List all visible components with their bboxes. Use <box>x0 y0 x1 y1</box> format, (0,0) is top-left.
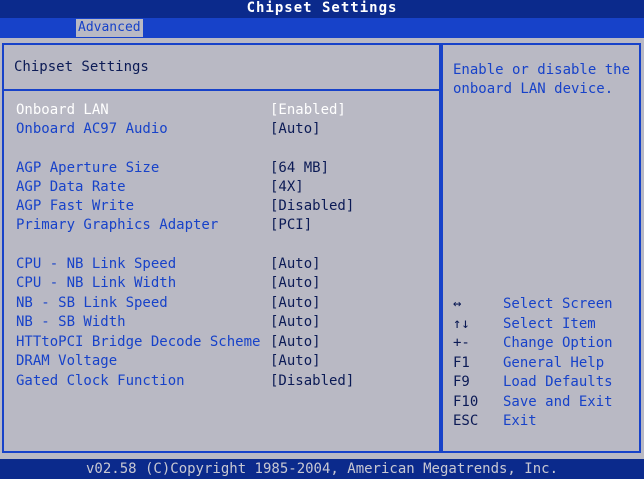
copyright-footer: v02.58 (C)Copyright 1985-2004, American … <box>0 459 644 479</box>
setting-value[interactable]: [Auto] <box>270 274 321 293</box>
key-legend-item: F10 Save and Exit <box>453 393 638 413</box>
setting-label: NB - SB Width <box>16 314 126 330</box>
help-description: Enable or disable the onboard LAN device… <box>453 62 631 97</box>
setting-value[interactable]: [Enabled] <box>270 101 346 120</box>
bios-screen: Chipset Settings Advanced Chipset Settin… <box>0 0 644 479</box>
key-description: Select Item <box>503 315 596 332</box>
setting-gated-clock-function[interactable]: Gated Clock Function [Disabled] <box>16 372 436 391</box>
section-title: Chipset Settings <box>14 59 149 75</box>
setting-label: DRAM Voltage <box>16 353 118 369</box>
setting-dram-voltage[interactable]: DRAM Voltage [Auto] <box>16 352 436 371</box>
key-description: Select Screen <box>503 296 613 312</box>
setting-value[interactable]: [64 MB] <box>270 159 329 178</box>
key-legend: ↔ Select Screen ↑↓ Select Item +- Change… <box>453 295 638 432</box>
setting-nb-sb-width[interactable]: NB - SB Width [Auto] <box>16 313 436 332</box>
key-legend-item: F9 Load Defaults <box>453 373 638 393</box>
tab-advanced[interactable]: Advanced <box>76 19 143 37</box>
f10-key: F10 <box>453 393 479 410</box>
setting-label: NB - SB Link Speed <box>16 295 168 311</box>
f9-key: F9 <box>453 374 470 390</box>
setting-label: AGP Data Rate <box>16 179 126 195</box>
plus-minus-key: +- <box>453 335 470 351</box>
key-legend-item: ↔ Select Screen <box>453 295 638 315</box>
up-down-arrow-icon: ↑↓ <box>453 315 470 332</box>
setting-value[interactable]: [Auto] <box>270 313 321 332</box>
setting-value[interactable]: [Disabled] <box>270 372 354 391</box>
window-title: Chipset Settings <box>0 0 644 18</box>
help-frame: Enable or disable the onboard LAN device… <box>441 43 641 453</box>
setting-label: Onboard AC97 Audio <box>16 121 168 137</box>
left-right-arrow-icon: ↔ <box>453 296 462 312</box>
content-panel: Chipset Settings Onboard LAN [Enabled] O… <box>0 38 644 459</box>
menu-bar: Advanced <box>0 18 644 38</box>
setting-label: Onboard LAN <box>16 102 109 118</box>
f1-key: F1 <box>453 354 470 371</box>
setting-value[interactable]: [4X] <box>270 178 304 197</box>
setting-label: Primary Graphics Adapter <box>16 217 219 233</box>
setting-agp-fast-write[interactable]: AGP Fast Write [Disabled] <box>16 197 436 216</box>
setting-label: HTTtoPCI Bridge Decode Scheme <box>16 334 261 350</box>
key-legend-item: F1 General Help <box>453 354 638 374</box>
setting-onboard-lan[interactable]: Onboard LAN [Enabled] <box>16 101 436 120</box>
setting-value[interactable]: [Auto] <box>270 120 321 139</box>
key-legend-item: +- Change Option <box>453 334 638 354</box>
setting-httopci-bridge-decode-scheme[interactable]: HTTtoPCI Bridge Decode Scheme [Auto] <box>16 333 436 352</box>
setting-label: CPU - NB Link Speed <box>16 256 177 272</box>
setting-value[interactable]: [Auto] <box>270 255 321 274</box>
setting-value[interactable]: [Auto] <box>270 294 321 313</box>
setting-label: AGP Fast Write <box>16 198 135 214</box>
setting-value[interactable]: [Auto] <box>270 333 321 352</box>
settings-frame: Chipset Settings Onboard LAN [Enabled] O… <box>2 43 441 453</box>
setting-value[interactable]: [Disabled] <box>270 197 354 216</box>
setting-value[interactable]: [PCI] <box>270 216 312 235</box>
key-description: General Help <box>503 354 605 371</box>
esc-key: ESC <box>453 413 479 429</box>
key-legend-item: ↑↓ Select Item <box>453 315 638 335</box>
setting-agp-aperture-size[interactable]: AGP Aperture Size [64 MB] <box>16 159 436 178</box>
setting-cpu-nb-link-width[interactable]: CPU - NB Link Width [Auto] <box>16 274 436 293</box>
setting-label: CPU - NB Link Width <box>16 275 177 291</box>
setting-primary-graphics-adapter[interactable]: Primary Graphics Adapter [PCI] <box>16 216 436 235</box>
key-description: Change Option <box>503 335 613 351</box>
section-divider <box>4 89 439 91</box>
setting-agp-data-rate[interactable]: AGP Data Rate [4X] <box>16 178 436 197</box>
key-description: Load Defaults <box>503 374 613 390</box>
key-description: Save and Exit <box>503 393 613 410</box>
setting-label: Gated Clock Function <box>16 373 185 389</box>
key-legend-item: ESC Exit <box>453 412 638 432</box>
setting-value[interactable]: [Auto] <box>270 352 321 371</box>
setting-cpu-nb-link-speed[interactable]: CPU - NB Link Speed [Auto] <box>16 255 436 274</box>
setting-onboard-ac97-audio[interactable]: Onboard AC97 Audio [Auto] <box>16 120 436 139</box>
setting-nb-sb-link-speed[interactable]: NB - SB Link Speed [Auto] <box>16 294 436 313</box>
setting-label: AGP Aperture Size <box>16 160 160 176</box>
key-description: Exit <box>503 413 537 429</box>
